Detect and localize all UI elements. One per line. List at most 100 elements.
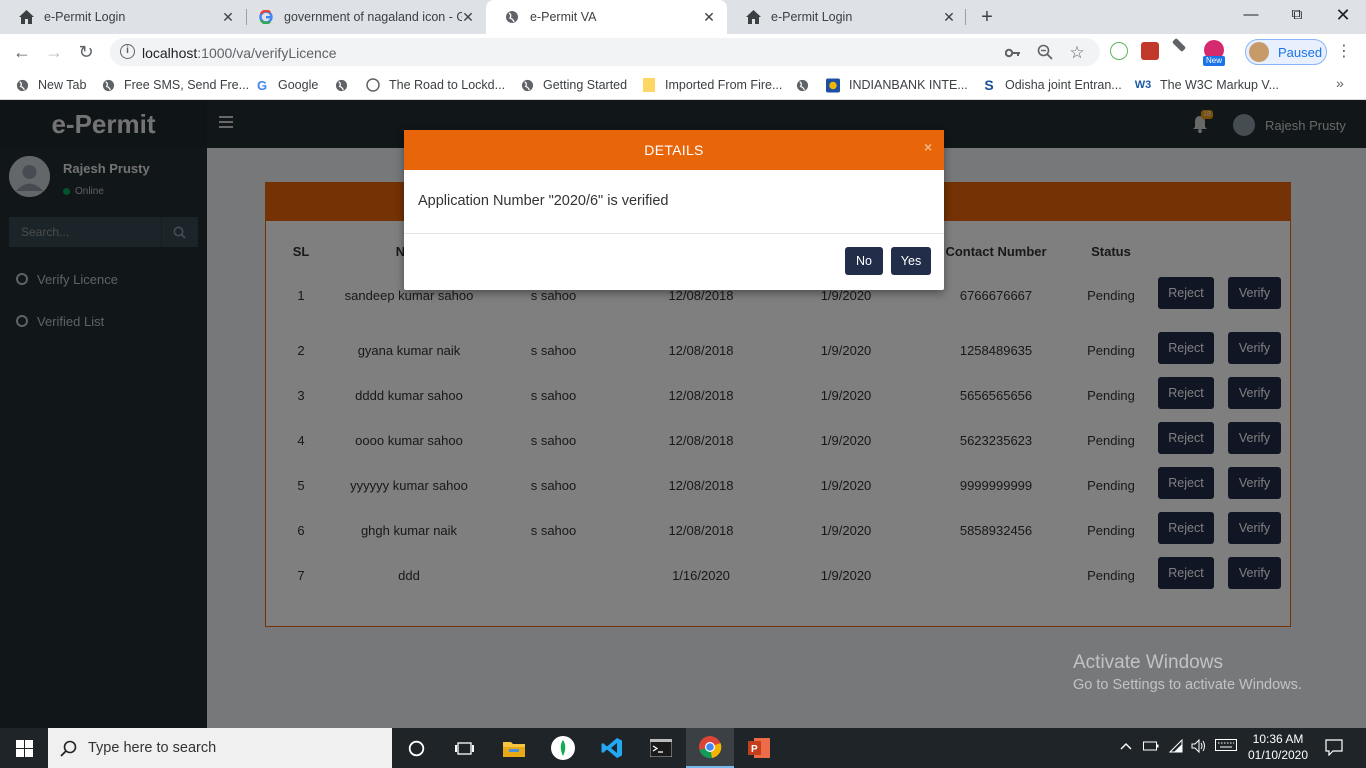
bookmark-item[interactable]: Free SMS, Send Fre... — [101, 76, 249, 94]
tab-title: e-Permit Login — [44, 10, 126, 24]
close-icon[interactable]: ✕ — [460, 9, 476, 25]
terminal-icon[interactable] — [637, 728, 685, 768]
profile-button[interactable]: Paused — [1245, 39, 1327, 65]
close-icon[interactable]: ✕ — [941, 9, 957, 25]
bookmark-label: Google — [278, 78, 319, 92]
avatar — [1249, 42, 1269, 62]
bookmark-item[interactable]: S Odisha joint Entran... — [982, 76, 1122, 94]
bookmark-star-icon[interactable]: ☆ — [1068, 44, 1086, 62]
back-button[interactable]: ← — [10, 40, 34, 64]
volume-icon[interactable] — [1190, 738, 1208, 757]
bookmark-label: The Road to Lockd... — [389, 78, 506, 92]
activate-windows-watermark: Activate Windows Go to Settings to activ… — [1073, 652, 1302, 693]
new-badge: New — [1203, 56, 1225, 66]
modal-message: Application Number "2020/6" is verified — [418, 193, 669, 209]
task-view-icon[interactable] — [440, 728, 488, 768]
bookmark-item[interactable]: INDIANBANK INTE... — [826, 76, 968, 94]
windows-start-icon[interactable] — [0, 728, 48, 768]
window-close-button[interactable]: ✕ — [1320, 0, 1366, 34]
bookmark-label: Getting Started — [543, 78, 628, 92]
tab-google-search[interactable]: government of nagaland icon - G ✕ — [240, 0, 486, 34]
keyboard-icon[interactable] — [1214, 739, 1238, 757]
google-icon — [258, 9, 274, 25]
google-icon: G — [256, 77, 268, 93]
bank-icon — [826, 78, 840, 92]
bookmark-item[interactable] — [334, 76, 357, 94]
app-root: e-Permit 18 Rajesh Prusty Rajesh Prusty … — [0, 100, 1366, 728]
taskbar-search[interactable]: Type here to search — [48, 728, 392, 768]
close-icon[interactable]: ✕ — [701, 9, 717, 25]
bookmark-label: Odisha joint Entran... — [1005, 78, 1122, 92]
browser-toolbar: ← → ↻ i localhost:1000/va/verifyLicence … — [0, 34, 1366, 70]
zoom-icon[interactable] — [1036, 44, 1054, 62]
search-icon — [60, 740, 77, 757]
globe-icon — [334, 78, 348, 92]
svg-text:P: P — [751, 744, 758, 755]
home-icon — [18, 9, 34, 25]
browser-menu-icon[interactable]: ⋮ — [1336, 42, 1352, 62]
globe-icon — [101, 78, 115, 92]
battery-icon[interactable] — [1142, 739, 1160, 757]
url-host: localhost — [142, 45, 198, 61]
cortana-icon[interactable] — [392, 728, 440, 768]
clock-date: 01/10/2020 — [1247, 748, 1309, 762]
globe-icon — [520, 78, 534, 92]
url-path: :1000/va/verifyLicence — [197, 45, 337, 61]
windows-taskbar: Type here to search P 10:36 AM 01/10/202… — [0, 728, 1366, 768]
no-button[interactable]: No — [845, 247, 883, 275]
address-bar[interactable]: i localhost:1000/va/verifyLicence ☆ — [110, 38, 1100, 66]
tab-epermit-va[interactable]: e-Permit VA ✕ — [486, 0, 727, 34]
notification-center-icon[interactable] — [1324, 738, 1344, 757]
bookmark-label: New Tab — [38, 78, 87, 92]
yes-button[interactable]: Yes — [891, 247, 931, 275]
clock-time: 10:36 AM — [1252, 732, 1304, 746]
extension-icon[interactable] — [1171, 37, 1187, 53]
bookmark-item[interactable] — [795, 76, 818, 94]
restore-button[interactable]: ⧉ — [1274, 0, 1320, 34]
forward-button[interactable]: → — [42, 40, 66, 64]
chrome-icon[interactable] — [686, 728, 734, 768]
home-icon — [745, 9, 761, 25]
folder-icon — [642, 78, 656, 92]
watermark-title: Activate Windows — [1073, 652, 1223, 673]
close-icon[interactable]: ✕ — [220, 9, 236, 25]
tab-separator — [965, 9, 966, 25]
taskbar-clock[interactable]: 10:36 AM 01/10/2020 — [1243, 731, 1313, 763]
bookmark-item[interactable]: G Google — [255, 76, 318, 94]
close-icon[interactable]: × — [924, 140, 936, 154]
tray-chevron-icon[interactable] — [1118, 739, 1134, 757]
bookmark-item[interactable]: The Road to Lockd... — [366, 76, 505, 94]
wifi-icon[interactable] — [1168, 738, 1186, 757]
modal-title: DETAILS — [404, 130, 944, 170]
vscode-icon[interactable] — [588, 728, 636, 768]
tab-title: e-Permit Login — [771, 10, 853, 24]
bookmark-item[interactable]: New Tab — [15, 76, 86, 94]
bookmark-item[interactable]: Imported From Fire... — [642, 76, 782, 94]
extension-icon[interactable] — [1110, 42, 1128, 60]
modal-divider — [404, 233, 944, 234]
url-text[interactable]: localhost:1000/va/verifyLicence — [142, 45, 337, 61]
bookmark-item[interactable]: W3 The W3C Markup V... — [1135, 76, 1279, 94]
bookmark-item[interactable]: Getting Started — [520, 76, 627, 94]
info-icon[interactable]: i — [120, 44, 135, 59]
bookmark-label: Free SMS, Send Fre... — [124, 78, 250, 92]
key-icon[interactable] — [1004, 44, 1022, 62]
bookmarks-bar: New Tab Free SMS, Send Fre... G Google T… — [0, 70, 1366, 100]
bookmark-label: Imported From Fire... — [665, 78, 783, 92]
reload-button[interactable]: ↻ — [74, 40, 98, 64]
bookmark-label: The W3C Markup V... — [1160, 78, 1280, 92]
details-modal: DETAILS × Application Number "2020/6" is… — [404, 130, 944, 290]
browser-tab-strip: e-Permit Login ✕ government of nagaland … — [0, 0, 1366, 34]
tab-epermit-login-1[interactable]: e-Permit Login ✕ — [0, 0, 246, 34]
tab-epermit-login-2[interactable]: e-Permit Login ✕ — [727, 0, 967, 34]
file-explorer-icon[interactable] — [490, 728, 538, 768]
circle-icon — [366, 78, 380, 92]
mongodb-compass-icon[interactable] — [539, 728, 587, 768]
minimize-button[interactable]: — — [1228, 0, 1274, 34]
globe-icon — [15, 78, 29, 92]
powerpoint-icon[interactable]: P — [735, 728, 783, 768]
new-tab-button[interactable]: + — [976, 6, 998, 28]
extension-icon[interactable] — [1141, 42, 1159, 60]
profile-status: Paused — [1278, 45, 1323, 60]
more-bookmarks-icon[interactable]: » — [1336, 75, 1344, 91]
